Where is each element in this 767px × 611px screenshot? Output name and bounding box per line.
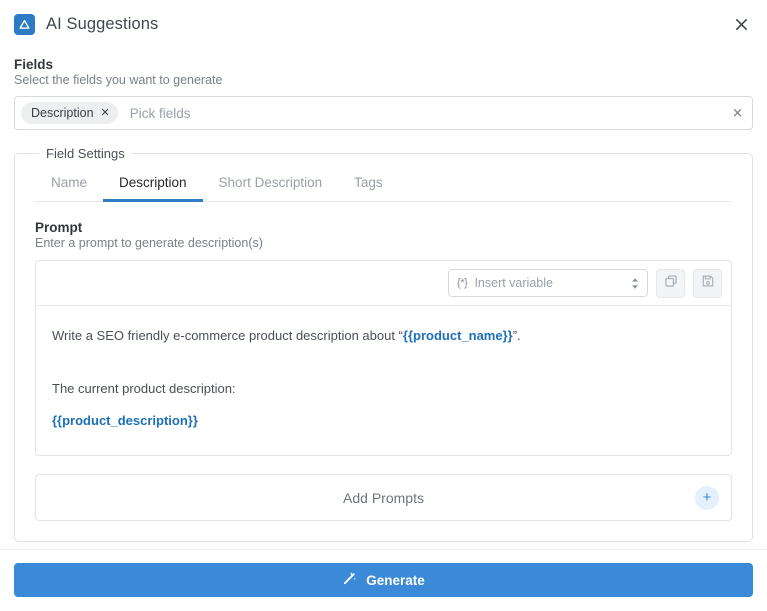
modal-footer: Generate (0, 549, 767, 611)
generate-button[interactable]: Generate (14, 563, 753, 597)
generate-button-label: Generate (366, 572, 425, 588)
modal-header: AI Suggestions (0, 0, 767, 49)
prompt-line-1-suffix: ”. (512, 328, 521, 343)
copy-prompt-button[interactable] (656, 268, 685, 298)
field-settings-legend: Field Settings (46, 146, 125, 161)
fields-input[interactable]: Description ✕ Pick fields ✕ (14, 96, 753, 130)
insert-variable-select[interactable]: {*} Insert variable (448, 269, 648, 297)
insert-variable-placeholder: Insert variable (474, 276, 553, 290)
close-icon[interactable]: ✕ (101, 107, 110, 119)
prompt-header: Prompt Enter a prompt to generate descri… (35, 220, 732, 250)
tab-description[interactable]: Description (103, 167, 203, 202)
plus-icon[interactable]: + (695, 485, 719, 510)
product-description-variable-token: {{product_description}} (52, 413, 198, 429)
product-name-variable-token: {{product_name}} (402, 328, 513, 343)
fields-placeholder: Pick fields (129, 105, 191, 121)
ai-triangle-logo-icon (14, 14, 35, 35)
prompt-line-1-prefix: Write a SEO friendly e-commerce product … (52, 328, 403, 343)
fields-section: Fields Select the fields you want to gen… (0, 57, 767, 130)
prompt-line-2: The current product description: (52, 381, 236, 397)
page-title: AI Suggestions (46, 15, 159, 33)
magic-wand-icon (342, 571, 357, 589)
variable-braces-icon: {*} (457, 277, 468, 289)
field-chip-description[interactable]: Description ✕ (21, 102, 118, 124)
prompt-help-text: Enter a prompt to generate description(s… (35, 236, 263, 250)
tab-tags[interactable]: Tags (338, 167, 399, 202)
field-chip-label: Description (31, 106, 94, 120)
prompt-toolbar: {*} Insert variable (36, 261, 731, 306)
close-icon[interactable] (727, 10, 755, 38)
clear-fields-icon[interactable]: ✕ (732, 107, 743, 120)
fields-label: Fields (14, 57, 54, 72)
tab-short-description[interactable]: Short Description (203, 167, 339, 202)
field-settings-tabs: Name Description Short Description Tags (35, 167, 732, 202)
add-prompts-label: Add Prompts (343, 489, 424, 506)
prompt-line-1: Write a SEO friendly e-commerce product … (52, 326, 715, 346)
fields-help-text: Select the fields you want to generate (14, 73, 223, 87)
prompt-card: {*} Insert variable Write a SEO friendly… (35, 260, 732, 457)
save-prompt-button[interactable] (693, 268, 722, 298)
add-prompts-row[interactable]: Add Prompts + (35, 474, 732, 522)
field-settings-panel: Field Settings Name Description Short De… (14, 146, 753, 543)
prompt-body[interactable]: Write a SEO friendly e-commerce product … (36, 306, 731, 455)
ai-suggestions-modal: AI Suggestions Fields Select the fields … (0, 0, 767, 611)
save-floppy-icon (701, 274, 715, 293)
tab-name[interactable]: Name (35, 167, 103, 202)
copy-icon (664, 274, 678, 293)
prompt-title: Prompt (35, 220, 83, 235)
chevron-updown-icon (631, 277, 639, 290)
